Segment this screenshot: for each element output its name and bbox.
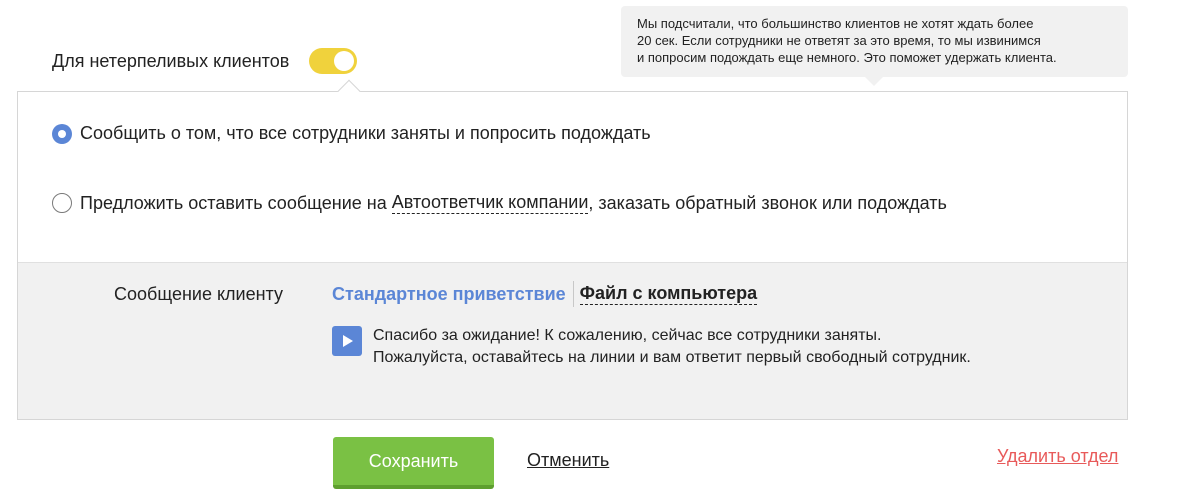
impatient-toggle[interactable] — [309, 48, 358, 74]
tooltip-arrow — [864, 76, 884, 86]
tooltip-line-3: и попросим подождать еще немного. Это по… — [637, 50, 1057, 65]
info-tooltip: Мы подсчитали, что большинство клиентов … — [621, 6, 1128, 77]
tooltip-line-2: 20 сек. Если сотрудники не ответят за эт… — [637, 33, 1041, 48]
settings-panel: Сообщить о том, что все сотрудники занят… — [17, 91, 1128, 420]
audio-player: Спасибо за ожидание! К сожалению, сейчас… — [332, 325, 971, 369]
message-text-line-1: Спасибо за ожидание! К сожалению, сейчас… — [373, 327, 882, 344]
option-offer-message-label-before: Предложить оставить сообщение на — [80, 192, 392, 213]
option-notify-busy[interactable]: Сообщить о том, что все сотрудники занят… — [52, 123, 651, 144]
tooltip-line-1: Мы подсчитали, что большинство клиентов … — [637, 16, 1034, 31]
play-icon[interactable] — [332, 326, 362, 356]
client-message-section: Сообщение клиенту Стандартное приветстви… — [18, 262, 1127, 419]
radio-checked-icon[interactable] — [52, 123, 72, 144]
page: Для нетерпеливых клиентов Мы подсчитали,… — [0, 0, 1200, 502]
message-text-line-2: Пожалуйста, оставайтесь на линии и вам о… — [373, 349, 971, 366]
cancel-link[interactable]: Отменить — [527, 450, 609, 471]
tab-file-from-computer[interactable]: Файл с компьютера — [579, 283, 758, 305]
option-notify-busy-label: Сообщить о том, что все сотрудники занят… — [80, 123, 651, 143]
toggle-knob — [334, 51, 355, 71]
radio-unchecked-icon[interactable] — [52, 193, 72, 213]
delete-department-link[interactable]: Удалить отдел — [997, 446, 1118, 467]
tab-divider — [572, 281, 574, 307]
option-offer-message[interactable]: Предложить оставить сообщение на Автоотв… — [52, 192, 947, 214]
tab-standard-greeting[interactable]: Стандартное приветствие — [332, 284, 566, 305]
message-text: Спасибо за ожидание! К сожалению, сейчас… — [373, 325, 971, 369]
answering-machine-link[interactable]: Автоответчик компании — [391, 192, 589, 214]
save-button[interactable]: Сохранить — [333, 437, 494, 489]
message-source-tabs: Стандартное приветствие Файл с компьютер… — [332, 281, 758, 307]
client-message-label: Сообщение клиенту — [114, 284, 283, 304]
impatient-label: Для нетерпеливых клиентов — [52, 50, 290, 71]
impatient-toggle-row: Для нетерпеливых клиентов — [52, 48, 358, 74]
option-offer-message-label-after: , заказать обратный звонок или подождать — [588, 192, 947, 213]
